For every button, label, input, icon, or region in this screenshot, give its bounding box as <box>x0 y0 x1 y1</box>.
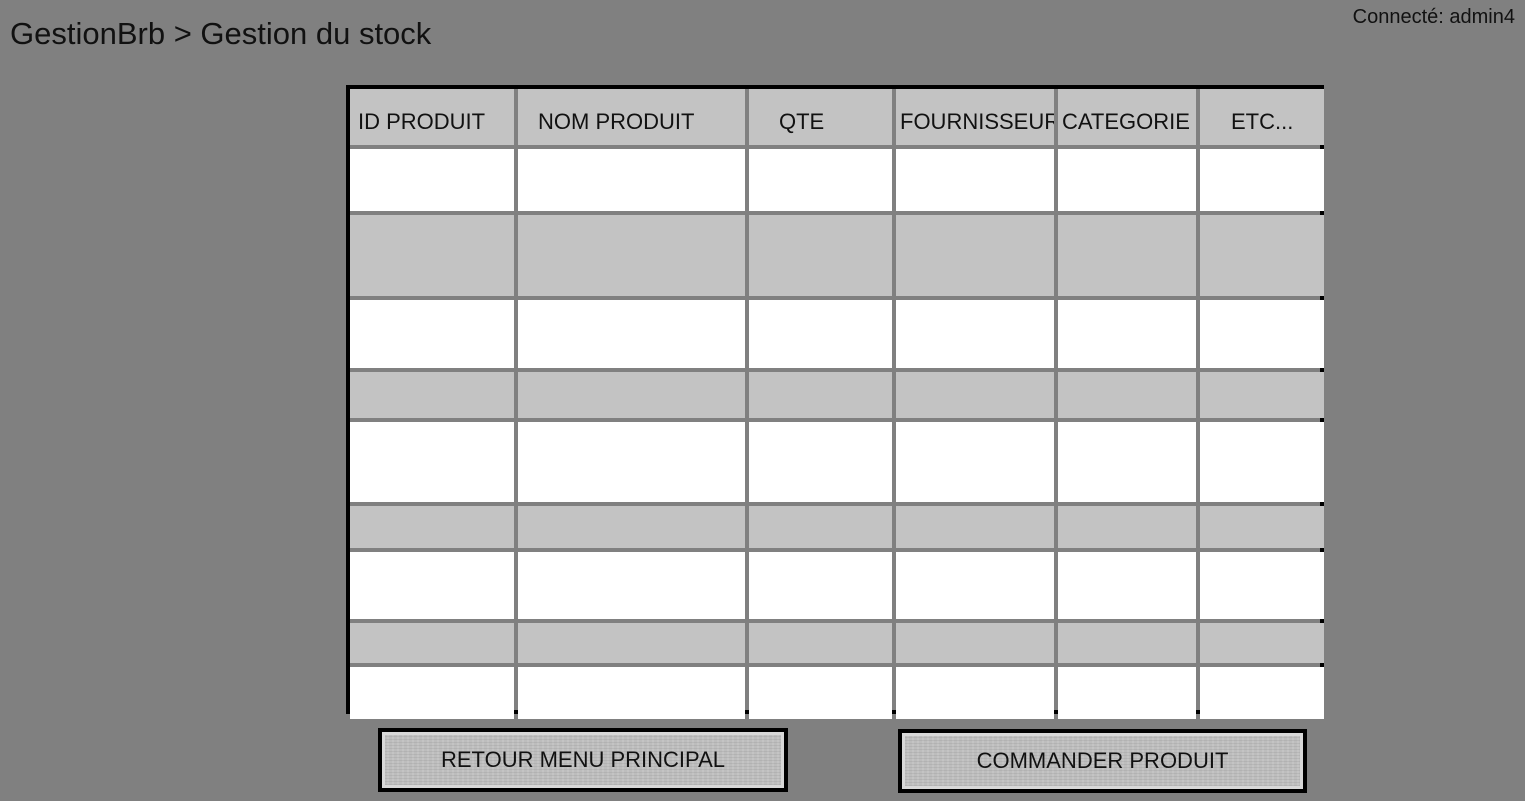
table-cell[interactable] <box>518 667 745 719</box>
table-cell[interactable] <box>1058 215 1196 296</box>
table-cell[interactable] <box>1200 215 1324 296</box>
table-cell[interactable] <box>350 667 514 719</box>
table-cell[interactable] <box>518 623 745 663</box>
table-cell[interactable] <box>350 623 514 663</box>
table-cell[interactable] <box>1058 149 1196 211</box>
table-cell[interactable] <box>749 667 892 719</box>
column-header-nom-produit[interactable]: NOM PRODUIT <box>518 89 745 145</box>
table-cell[interactable] <box>1058 300 1196 368</box>
table-cell[interactable] <box>1200 623 1324 663</box>
order-product-button[interactable]: COMMANDER PRODUIT <box>898 729 1307 793</box>
table-cell[interactable] <box>749 623 892 663</box>
table-cell[interactable] <box>1058 552 1196 619</box>
table-cell[interactable] <box>749 215 892 296</box>
table-cell[interactable] <box>1200 667 1324 719</box>
column-header-etc[interactable]: ETC... <box>1200 89 1324 145</box>
table-cell[interactable] <box>896 149 1054 211</box>
table-cell[interactable] <box>896 300 1054 368</box>
stock-table: ID PRODUIT NOM PRODUIT QTE FOURNISSEUR C… <box>346 85 1324 719</box>
table-cell[interactable] <box>350 215 514 296</box>
column-header-categorie[interactable]: CATEGORIE <box>1058 89 1196 145</box>
table-cell[interactable] <box>749 149 892 211</box>
user-status: Connecté: admin4 <box>1352 6 1515 28</box>
breadcrumb: GestionBrb > Gestion du stock <box>10 16 432 51</box>
table-cell[interactable] <box>749 372 892 418</box>
column-header-id-produit[interactable]: ID PRODUIT <box>350 89 514 145</box>
table-cell[interactable] <box>896 372 1054 418</box>
table-cell[interactable] <box>518 372 745 418</box>
table-cell[interactable] <box>749 422 892 502</box>
stock-table-grid: ID PRODUIT NOM PRODUIT QTE FOURNISSEUR C… <box>350 89 1324 719</box>
table-cell[interactable] <box>518 422 745 502</box>
table-cell[interactable] <box>1058 667 1196 719</box>
table-cell[interactable] <box>518 506 745 548</box>
table-cell[interactable] <box>1200 422 1324 502</box>
table-cell[interactable] <box>1200 372 1324 418</box>
table-cell[interactable] <box>896 506 1054 548</box>
table-cell[interactable] <box>350 422 514 502</box>
table-cell[interactable] <box>749 552 892 619</box>
column-header-qte[interactable]: QTE <box>749 89 892 145</box>
column-header-fournisseur[interactable]: FOURNISSEUR <box>896 89 1054 145</box>
table-cell[interactable] <box>350 552 514 619</box>
table-cell[interactable] <box>1200 300 1324 368</box>
table-cell[interactable] <box>350 149 514 211</box>
table-cell[interactable] <box>1058 506 1196 548</box>
table-cell[interactable] <box>1200 506 1324 548</box>
table-cell[interactable] <box>518 149 745 211</box>
table-cell[interactable] <box>518 215 745 296</box>
table-cell[interactable] <box>896 623 1054 663</box>
table-cell[interactable] <box>749 506 892 548</box>
table-cell[interactable] <box>1200 149 1324 211</box>
table-cell[interactable] <box>1058 422 1196 502</box>
table-cell[interactable] <box>1058 372 1196 418</box>
table-cell[interactable] <box>518 552 745 619</box>
table-cell[interactable] <box>518 300 745 368</box>
table-cell[interactable] <box>896 422 1054 502</box>
table-cell[interactable] <box>896 552 1054 619</box>
table-cell[interactable] <box>350 506 514 548</box>
table-cell[interactable] <box>350 300 514 368</box>
table-cell[interactable] <box>749 300 892 368</box>
table-cell[interactable] <box>896 667 1054 719</box>
table-cell[interactable] <box>350 372 514 418</box>
table-cell[interactable] <box>1200 552 1324 619</box>
table-cell[interactable] <box>896 215 1054 296</box>
back-to-main-menu-button[interactable]: RETOUR MENU PRINCIPAL <box>378 728 788 792</box>
table-cell[interactable] <box>1058 623 1196 663</box>
